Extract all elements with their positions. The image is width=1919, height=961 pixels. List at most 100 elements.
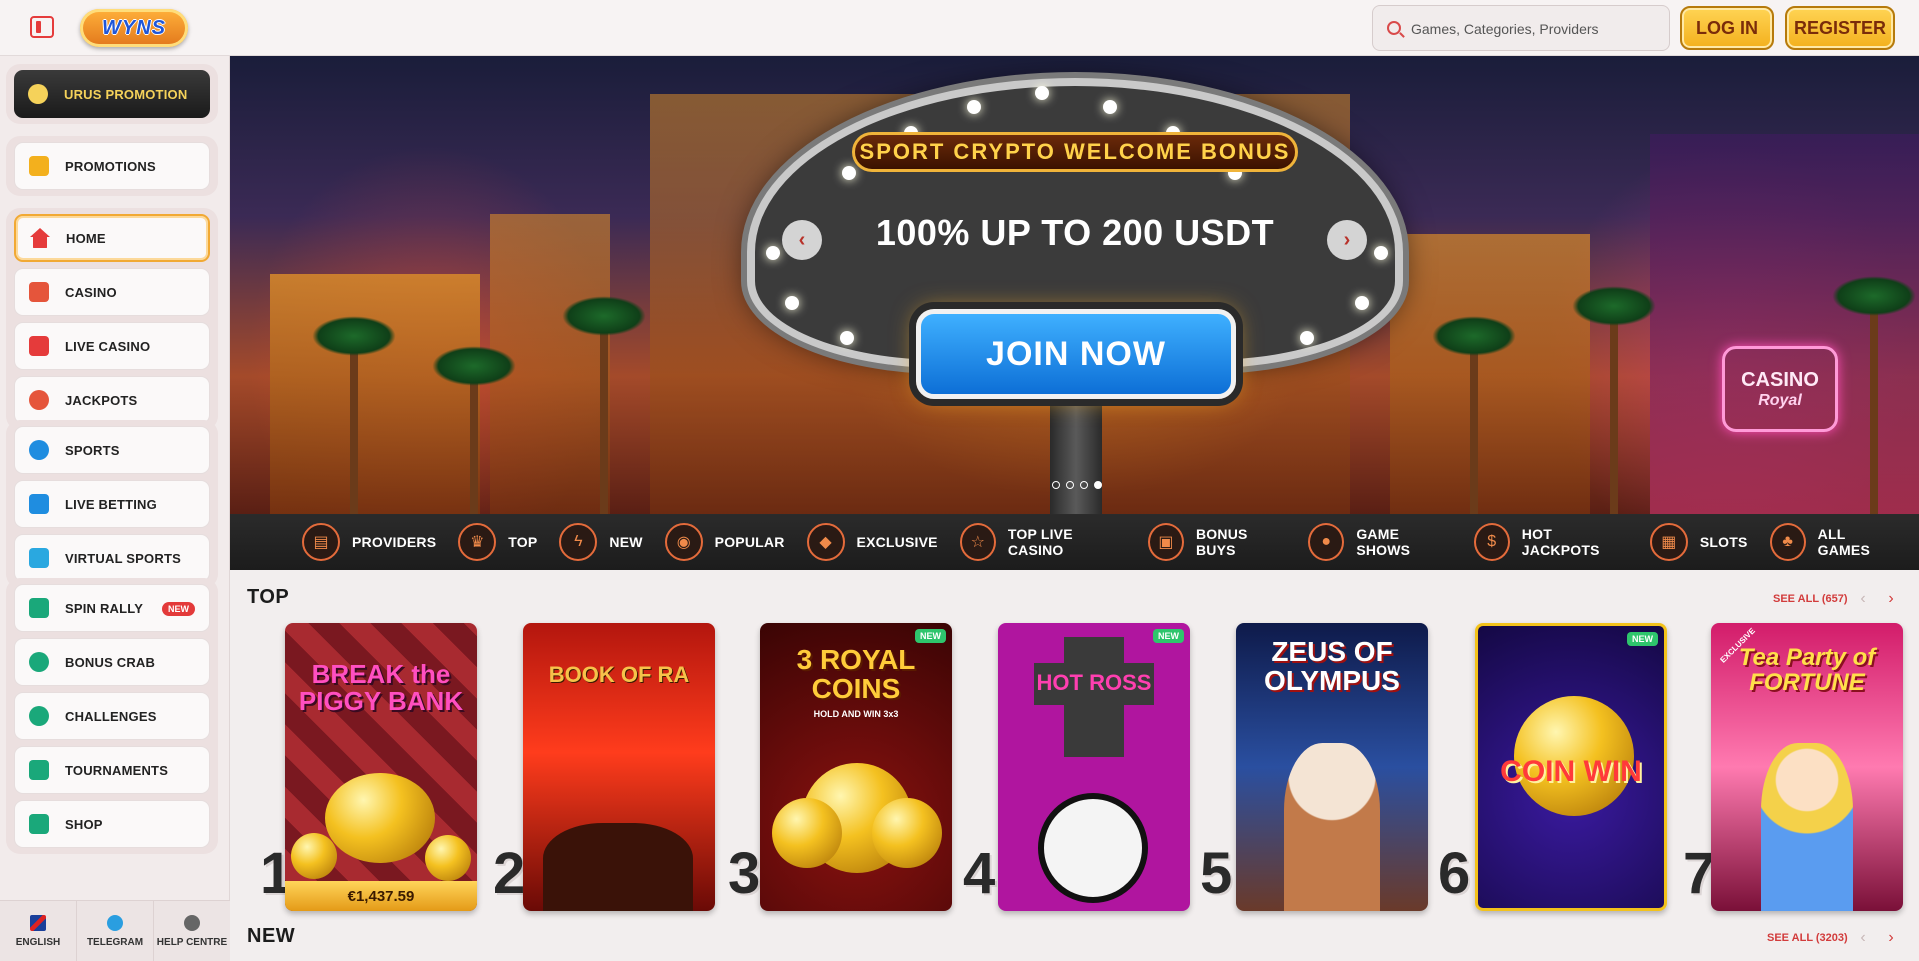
game-card-book-of-ra[interactable]: BOOK OF RA — [523, 623, 715, 911]
palm-tree — [1572, 286, 1656, 514]
rank-number: 6 — [1438, 841, 1470, 906]
site-logo[interactable]: WYNS — [80, 9, 188, 47]
category-bar: ▤ PROVIDERS ♛ TOP ϟ NEW ◉ POPULAR ◆ EXCLUSIVE… — [230, 514, 1919, 570]
login-button[interactable]: LOG IN — [1680, 6, 1774, 50]
category-slots[interactable]: ▦ SLOTS — [1649, 523, 1748, 561]
microphone-icon: ● — [1308, 523, 1345, 561]
basket-icon — [29, 814, 49, 834]
sidebar-item-urus-promotion[interactable]: URUS PROMOTION — [14, 70, 210, 118]
game-card-coin-win[interactable]: NEW COIN WIN — [1475, 623, 1667, 911]
game-card-break-the-piggy-bank[interactable]: BREAK the PIGGY BANK €1,437.59 — [285, 623, 477, 911]
category-providers[interactable]: ▤ PROVIDERS — [302, 523, 436, 561]
category-label: TOP LIVE CASINO — [1007, 526, 1073, 558]
sidebar-item-virtual-sports[interactable]: VIRTUAL SPORTS — [14, 534, 210, 582]
sidebar-item-label: LIVE CASINO — [65, 338, 151, 354]
banner-title: SPORT CRYPTO WELCOME BONUS — [852, 132, 1298, 172]
sidebar-item-spin-rally[interactable]: SPIN RALLY NEW — [14, 584, 210, 632]
category-popular[interactable]: ◉ POPULAR — [664, 523, 785, 561]
game-card-hot-ross[interactable]: NEW HOT ROSS — [998, 623, 1190, 911]
category-label: POPULAR — [714, 534, 785, 550]
category-hot-jackpots[interactable]: $ HOT JACKPOTS — [1473, 523, 1628, 561]
banner-prev-arrow-icon[interactable]: ‹ — [782, 220, 822, 260]
sidebar-item-bonus-crab[interactable]: BONUS CRAB — [14, 638, 210, 686]
search-box[interactable] — [1372, 5, 1670, 51]
palm-tree — [312, 316, 396, 514]
category-label: ALL GAMES — [1817, 526, 1870, 558]
bulb — [785, 296, 799, 310]
game-card-3-royal-coins[interactable]: NEW 3 ROYAL COINS HOLD AND WIN 3x3 — [760, 623, 952, 911]
sidebar-item-challenges[interactable]: CHALLENGES — [14, 692, 210, 740]
register-button[interactable]: REGISTER — [1785, 6, 1895, 50]
telegram-link[interactable]: TELEGRAM — [77, 901, 154, 961]
search-icon — [1387, 21, 1401, 35]
category-all-games[interactable]: ♣ ALL GAMES — [1769, 523, 1898, 561]
bulb — [842, 166, 856, 180]
see-all-new-link[interactable]: SEE ALL (3203) — [1767, 932, 1848, 944]
banner-next-arrow-icon[interactable]: › — [1327, 220, 1367, 260]
sidebar-item-label: PROMOTIONS — [65, 158, 156, 174]
sidebar-item-label: SPIN RALLY — [65, 600, 144, 616]
category-label: GAME SHOWS — [1356, 526, 1411, 558]
sidebar-item-label: URUS PROMOTION — [64, 86, 188, 102]
sidebar-item-live-casino[interactable]: LIVE CASINO — [14, 322, 210, 370]
slot-icon: ▦ — [1649, 523, 1688, 561]
category-bonus-buys[interactable]: ▣ BONUS BUYS — [1147, 523, 1286, 561]
sidebar-item-sports[interactable]: SPORTS — [14, 426, 210, 474]
sidebar-item-label: SHOP — [65, 816, 103, 832]
sidebar-item-label: CASINO — [65, 284, 117, 300]
category-top-live-casino[interactable]: ☆ TOP LIVE CASINO — [959, 523, 1126, 561]
category-exclusive[interactable]: ◆ EXCLUSIVE — [806, 523, 938, 561]
cherry-icon — [29, 390, 49, 410]
category-label: HOT JACKPOTS — [1521, 526, 1600, 558]
slide-dot-active[interactable] — [1094, 481, 1102, 489]
join-now-button[interactable]: JOIN NOW — [916, 309, 1236, 399]
game-title: BOOK OF RA — [548, 662, 690, 687]
search-input[interactable] — [1411, 16, 1661, 42]
new-next-arrow-icon[interactable]: › — [1881, 928, 1901, 948]
help-centre-link[interactable]: HELP CENTRE — [154, 901, 230, 961]
sidebar-item-promotions[interactable]: PROMOTIONS — [14, 142, 210, 190]
category-game-shows[interactable]: ● GAME SHOWS — [1308, 523, 1451, 561]
see-all-top-link[interactable]: SEE ALL (657) — [1773, 593, 1848, 605]
lightning-icon: ϟ — [559, 523, 598, 561]
top-next-arrow-icon[interactable]: › — [1881, 589, 1901, 609]
coin-image — [872, 798, 942, 868]
flag-icon — [29, 598, 49, 618]
new-badge: NEW — [1153, 629, 1184, 643]
coin-image — [425, 835, 471, 881]
sidebar-group-sports: SPORTS LIVE BETTING VIRTUAL SPORTS — [6, 420, 218, 588]
piggy-image — [325, 773, 435, 863]
new-prev-arrow-icon[interactable]: ‹ — [1853, 928, 1873, 948]
sidebar-item-label: SPORTS — [65, 442, 120, 458]
game-card-tea-party-of-fortune[interactable]: EXCLUSIVE Tea Party of FORTUNE — [1711, 623, 1903, 911]
bulb — [766, 246, 780, 260]
category-top[interactable]: ♛ TOP — [458, 523, 537, 561]
bull-icon — [28, 84, 48, 104]
sidebar-item-live-betting[interactable]: LIVE BETTING — [14, 480, 210, 528]
sidebar-item-shop[interactable]: SHOP — [14, 800, 210, 848]
slide-dot[interactable] — [1080, 481, 1088, 489]
sidebar-item-tournaments[interactable]: TOURNAMENTS — [14, 746, 210, 794]
slide-dot[interactable] — [1052, 481, 1060, 489]
monitor-icon — [29, 548, 49, 568]
category-label: PROVIDERS — [352, 534, 437, 550]
hero-banner[interactable]: SPORT CRYPTO WELCOME BONUS 100% UP TO 20… — [230, 56, 1919, 514]
game-card-zeus-of-olympus[interactable]: ZEUS OF OLYMPUS — [1236, 623, 1428, 911]
sidebar-item-jackpots[interactable]: JACKPOTS — [14, 376, 210, 424]
uk-flag-icon — [30, 914, 46, 931]
help-icon — [184, 914, 200, 931]
slide-dot[interactable] — [1066, 481, 1074, 489]
bulb — [1374, 246, 1388, 260]
bulb — [1035, 86, 1049, 100]
sidebar-item-home[interactable]: HOME — [14, 214, 210, 262]
sidebar-item-casino[interactable]: CASINO — [14, 268, 210, 316]
game-title: ZEUS OF OLYMPUS — [1264, 636, 1400, 697]
language-selector[interactable]: ENGLISH — [0, 901, 77, 961]
category-label: BONUS BUYS — [1195, 526, 1248, 558]
rank-number: 4 — [963, 841, 995, 906]
sidebar-item-label: LIVE BETTING — [65, 496, 157, 512]
category-new[interactable]: ϟ NEW — [559, 523, 642, 561]
section-title-top: TOP — [247, 586, 290, 608]
top-prev-arrow-icon[interactable]: ‹ — [1853, 589, 1873, 609]
sidebar-toggle-icon[interactable] — [30, 16, 54, 38]
